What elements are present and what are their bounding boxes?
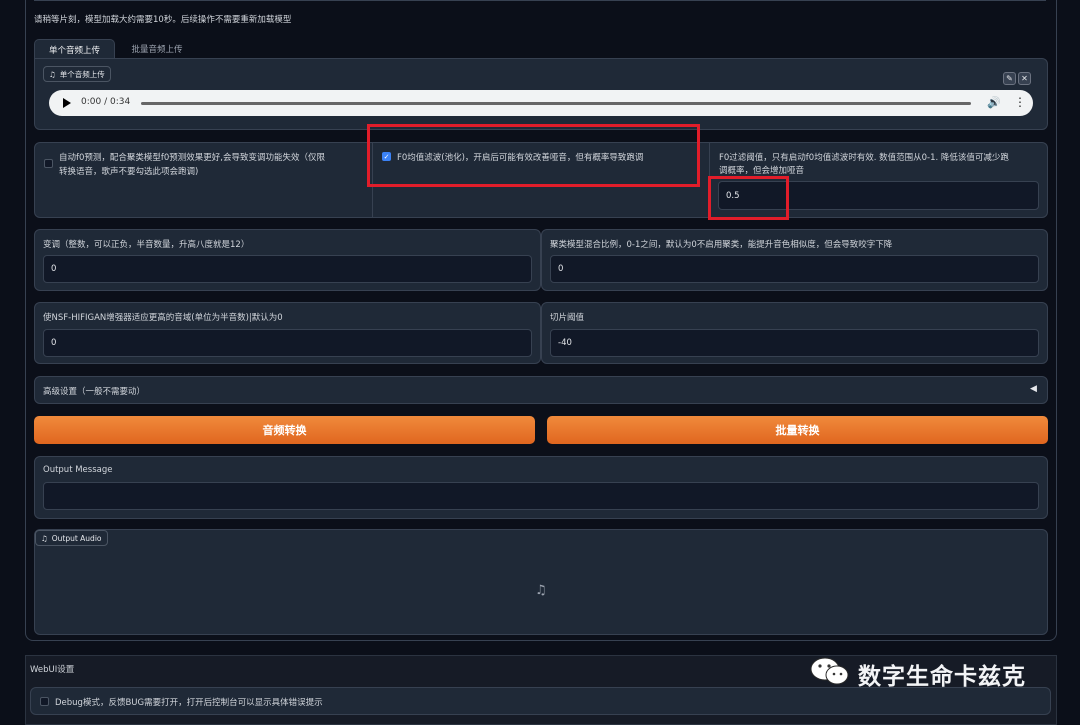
advanced-settings-accordion[interactable] — [34, 376, 1048, 404]
close-icon[interactable]: ✕ — [1018, 72, 1031, 85]
tab-label: 单个音频上传 — [48, 45, 100, 56]
webui-title: WebUI设置 — [30, 665, 75, 675]
upload-label: 单个音频上传 — [59, 69, 105, 79]
auto-f0-checkbox[interactable] — [44, 159, 53, 168]
output-audio-tag: ♫ Output Audio — [35, 530, 108, 546]
tab-batch-upload[interactable]: 批量音频上传 — [118, 39, 196, 59]
advanced-settings-label: 高级设置（一般不需要动） — [43, 387, 146, 397]
more-options-icon[interactable]: ⋮ — [1014, 95, 1026, 109]
music-note-icon: ♫ — [49, 69, 56, 79]
auto-f0-label-2: 转换语音，歌声不要勾选此项会跑调) — [59, 167, 199, 177]
convert-button[interactable]: 音频转换 — [34, 416, 535, 444]
auto-f0-label-1: 自动f0预测，配合聚类模型f0预测效果更好,会导致变调功能失效（仅限 — [59, 153, 326, 163]
debug-checkbox[interactable] — [40, 697, 49, 706]
play-icon[interactable] — [63, 98, 71, 108]
music-note-icon: ♫ — [41, 533, 48, 543]
wechat-logo-icon — [808, 654, 852, 688]
transpose-label: 变调（整数，可以正负，半音数量，升高八度就是12） — [43, 240, 250, 250]
highlight-threshold — [708, 176, 789, 220]
debug-label: Debug模式，反馈BUG需要打开，打开后控制台可以显示具体错误提示 — [55, 698, 323, 708]
collapse-arrow-icon[interactable]: ◀ — [1030, 384, 1037, 394]
cluster-input[interactable]: 0 — [550, 255, 1039, 283]
output-message-field[interactable] — [43, 482, 1039, 510]
output-audio-panel — [34, 529, 1048, 635]
output-audio-label: Output Audio — [51, 533, 102, 543]
highlight-f0-filter — [367, 124, 700, 187]
cluster-label: 聚类模型混合比例，0-1之间，默认为0不启用聚类，能提升音色相似度，但会导致咬字… — [550, 240, 893, 250]
volume-icon[interactable]: 🔊 — [987, 96, 1001, 109]
nsf-input[interactable]: 0 — [43, 329, 532, 357]
slice-input[interactable]: -40 — [550, 329, 1039, 357]
audio-time: 0:00 / 0:34 — [81, 97, 131, 107]
music-note-icon: ♫ — [535, 583, 547, 598]
transpose-input[interactable]: 0 — [43, 255, 532, 283]
upload-label-tag: ♫ 单个音频上传 — [43, 66, 111, 82]
audio-progress-track[interactable] — [141, 102, 971, 105]
nsf-label: 使NSF-HIFIGAN增强器适应更高的音域(单位为半音数)|默认为0 — [43, 313, 283, 323]
tab-single-upload[interactable]: 单个音频上传 — [34, 39, 115, 59]
slice-label: 切片阈值 — [550, 313, 585, 323]
watermark-text: 数字生命卡兹克 — [858, 664, 1026, 690]
edit-icon[interactable]: ✎ — [1003, 72, 1016, 85]
loading-notice: 请稍等片刻，模型加载大约需要10秒。后续操作不需要重新加载模型 — [34, 15, 292, 25]
f0-threshold-label-2: 调概率，但会增加哑音 — [719, 166, 805, 176]
f0-threshold-label-1: F0过滤阈值，只有启动f0均值滤波时有效. 数值范围从0-1. 降低该值可减少跑 — [719, 153, 1009, 163]
output-message-label: Output Message — [43, 465, 113, 475]
tab-label: 批量音频上传 — [131, 45, 183, 55]
batch-convert-button[interactable]: 批量转换 — [547, 416, 1048, 444]
